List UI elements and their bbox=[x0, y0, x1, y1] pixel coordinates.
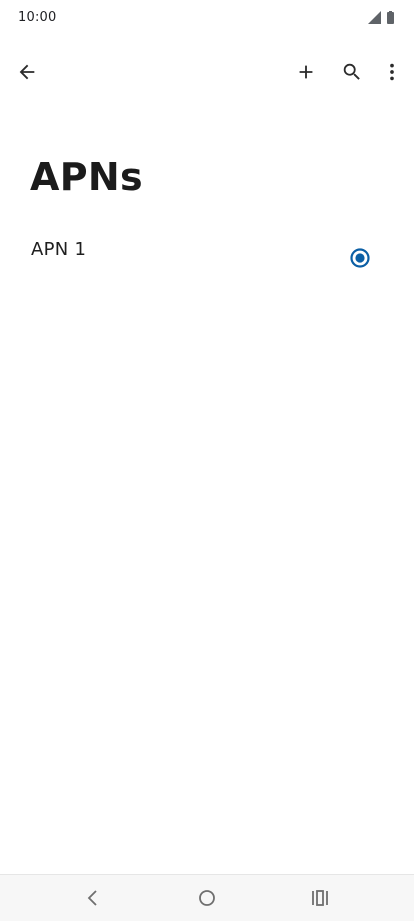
add-icon bbox=[299, 65, 313, 79]
arrow-back-icon bbox=[19, 64, 35, 80]
status-bar: 10:00 bbox=[0, 0, 414, 36]
nav-back-icon bbox=[87, 890, 97, 906]
nav-home-icon bbox=[199, 890, 215, 906]
nav-recents-button[interactable] bbox=[300, 881, 340, 915]
status-time: 10:00 bbox=[18, 10, 57, 25]
apn-list: APN 1 bbox=[0, 222, 414, 292]
nav-back-button[interactable] bbox=[73, 881, 113, 915]
battery-icon bbox=[387, 11, 394, 24]
back-button[interactable] bbox=[5, 50, 49, 94]
toolbar bbox=[0, 50, 414, 94]
nav-recents-icon bbox=[312, 890, 328, 906]
apn-name: APN 1 bbox=[31, 239, 87, 260]
status-icons bbox=[367, 11, 397, 25]
search-icon bbox=[343, 63, 360, 80]
radio-button-selected-icon[interactable] bbox=[349, 247, 371, 269]
nav-home-button[interactable] bbox=[187, 881, 227, 915]
apn-list-item[interactable]: APN 1 bbox=[0, 222, 414, 292]
more-options-button[interactable] bbox=[370, 50, 414, 94]
search-button[interactable] bbox=[330, 50, 374, 94]
signal-icon bbox=[368, 11, 381, 24]
page-title: APNs bbox=[30, 155, 143, 199]
navigation-bar bbox=[0, 874, 414, 921]
add-apn-button[interactable] bbox=[284, 50, 328, 94]
more-vert-icon bbox=[390, 63, 394, 81]
